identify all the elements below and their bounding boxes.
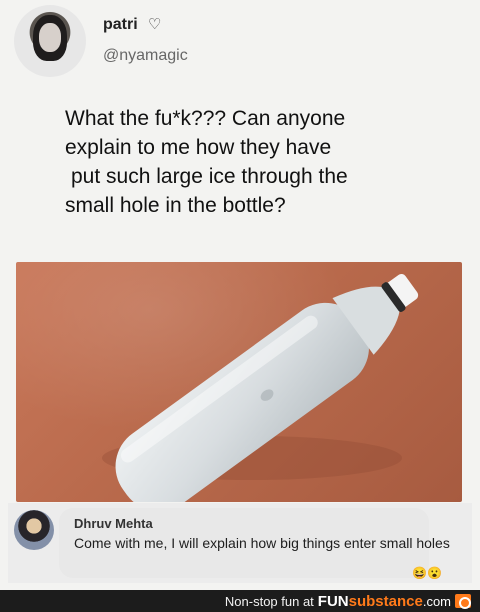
display-name[interactable]: patri: [103, 16, 138, 34]
tweet-text-line: put such large ice through the: [71, 165, 348, 188]
user-avatar[interactable]: [14, 5, 86, 77]
tweet-text-line: small hole in the bottle?: [65, 194, 286, 217]
funsubstance-logo-icon: [455, 594, 471, 609]
brand-substance: substance: [348, 592, 423, 610]
brand-domain: .com: [422, 593, 451, 609]
reaction-icons[interactable]: 😆😮: [412, 567, 442, 579]
heart-icon: ♡: [148, 16, 162, 33]
tweet-text-line: What the fu*k??? Can anyone: [65, 107, 346, 130]
tweet-header: patri ♡ @nyamagic: [0, 0, 480, 90]
watermark-text: Non-stop fun at: [224, 593, 314, 609]
watermark-bar: Non-stop fun at FUNsubstance.com: [0, 590, 480, 612]
watermark-brand[interactable]: FUNsubstance.com: [318, 593, 451, 610]
tweet-text-line: explain to me how they have: [65, 136, 332, 159]
commenter-avatar[interactable]: [14, 510, 54, 550]
commenter-name[interactable]: Dhruv Mehta: [74, 516, 153, 531]
bottle-photo[interactable]: [16, 262, 462, 502]
comment: Dhruv Mehta Come with me, I will explain…: [8, 503, 472, 583]
tweet-text: What the fu*k??? Can anyone explain to m…: [65, 104, 450, 220]
brand-fun: FUN: [317, 592, 349, 610]
comment-text: Come with me, I will explain how big thi…: [74, 535, 450, 551]
user-handle[interactable]: @nyamagic: [103, 47, 188, 65]
frozen-bottle-illustration: [102, 273, 419, 502]
